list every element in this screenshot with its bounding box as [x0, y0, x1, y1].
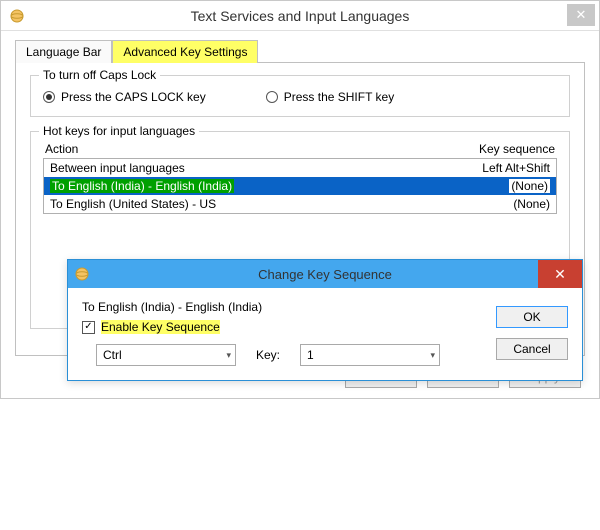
hotkeys-group-title: Hot keys for input languages	[39, 124, 199, 138]
modal-body: To English (India) - English (India) ✓ E…	[68, 288, 582, 380]
radio-caps-lock[interactable]: Press the CAPS LOCK key	[43, 90, 206, 104]
main-title-bar: Text Services and Input Languages ✕	[1, 1, 599, 31]
modifier-value: Ctrl	[103, 348, 122, 362]
hotkeys-header: Action Key sequence	[43, 142, 557, 158]
list-action: To English (India) - English (India)	[50, 179, 509, 193]
modal-close-button[interactable]: ✕	[538, 260, 582, 288]
list-item[interactable]: Between input languages Left Alt+Shift	[44, 159, 556, 177]
app-icon	[9, 8, 25, 24]
chevron-down-icon: ▾	[226, 350, 231, 361]
modal-title: Change Key Sequence	[258, 267, 392, 282]
col-action: Action	[45, 142, 78, 156]
caps-lock-group: To turn off Caps Lock Press the CAPS LOC…	[30, 75, 570, 117]
enable-key-sequence-label: Enable Key Sequence	[101, 320, 220, 334]
select-row: Ctrl ▾ Key: 1 ▾	[96, 344, 480, 366]
modal-title-bar: Change Key Sequence ✕	[68, 260, 582, 288]
chevron-down-icon: ▾	[430, 350, 435, 361]
tab-advanced-key-settings[interactable]: Advanced Key Settings	[112, 40, 258, 63]
caps-lock-group-title: To turn off Caps Lock	[39, 68, 160, 82]
checkbox-indicator: ✓	[82, 321, 95, 334]
list-item-selected[interactable]: To English (India) - English (India) (No…	[44, 177, 556, 195]
modal-cancel-button[interactable]: Cancel	[496, 338, 568, 360]
list-keyseq: Left Alt+Shift	[482, 161, 550, 175]
list-keyseq: (None)	[513, 197, 550, 211]
list-action: To English (United States) - US	[50, 197, 513, 211]
radio-caps-lock-indicator	[43, 91, 55, 103]
modal-button-col: OK Cancel	[480, 300, 568, 366]
list-keyseq: (None)	[509, 179, 550, 193]
modal-left: To English (India) - English (India) ✓ E…	[82, 300, 480, 366]
modal-ok-button[interactable]: OK	[496, 306, 568, 328]
list-action: Between input languages	[50, 161, 482, 175]
key-value: 1	[307, 348, 314, 362]
enable-key-sequence-checkbox[interactable]: ✓ Enable Key Sequence	[82, 320, 480, 334]
change-key-sequence-dialog: Change Key Sequence ✕ To English (India)…	[67, 259, 583, 381]
tab-language-bar[interactable]: Language Bar	[15, 40, 112, 63]
modal-app-icon	[74, 266, 90, 282]
radio-shift-indicator	[266, 91, 278, 103]
list-item[interactable]: To English (United States) - US (None)	[44, 195, 556, 213]
main-close-button[interactable]: ✕	[567, 4, 595, 26]
hotkeys-list: Between input languages Left Alt+Shift T…	[43, 158, 557, 214]
col-keyseq: Key sequence	[479, 142, 555, 156]
main-window: Text Services and Input Languages ✕ Lang…	[0, 0, 600, 399]
key-select[interactable]: 1 ▾	[300, 344, 440, 366]
radio-shift[interactable]: Press the SHIFT key	[266, 90, 394, 104]
key-label: Key:	[256, 348, 280, 362]
modifier-select[interactable]: Ctrl ▾	[96, 344, 236, 366]
radio-shift-label: Press the SHIFT key	[284, 90, 394, 104]
modal-target-label: To English (India) - English (India)	[82, 300, 480, 314]
tabs-row: Language Bar Advanced Key Settings	[15, 40, 585, 63]
radio-caps-lock-label: Press the CAPS LOCK key	[61, 90, 206, 104]
main-title: Text Services and Input Languages	[191, 8, 410, 24]
